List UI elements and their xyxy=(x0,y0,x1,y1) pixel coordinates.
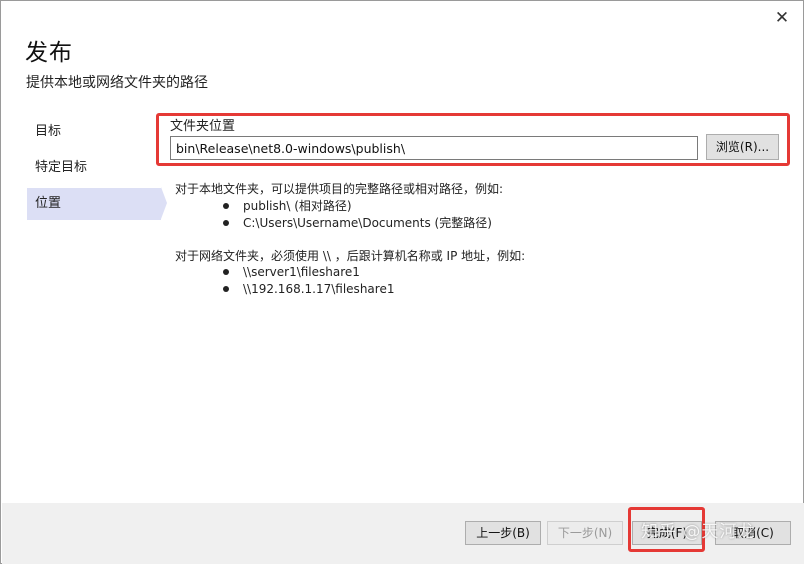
bullet-icon xyxy=(223,219,229,226)
close-icon[interactable]: ✕ xyxy=(773,9,791,27)
network-folder-help: 对于网络文件夹，必须使用 \\ ，后跟计算机名称或 IP 地址，例如: xyxy=(175,249,526,263)
list-item: \\192.168.1.17\fileshare1 xyxy=(223,282,394,296)
list-item: publish\ (相对路径) xyxy=(223,197,352,214)
local-folder-help: 对于本地文件夹，可以提供项目的完整路径或相对路径，例如: xyxy=(175,182,504,196)
network-example-name: \\server1\fileshare1 xyxy=(243,265,360,279)
cancel-button[interactable]: 取消(C) xyxy=(715,521,791,545)
publish-dialog: ✕ 发布 提供本地或网络文件夹的路径 目标 特定目标 位置 文件夹位置 浏览(R… xyxy=(0,0,804,564)
folder-path-input[interactable] xyxy=(170,136,698,160)
browse-button[interactable]: 浏览(R)... xyxy=(706,134,779,160)
finish-highlight-box xyxy=(628,507,705,552)
folder-location-label: 文件夹位置 xyxy=(170,119,236,134)
local-example-relative: publish\ (相对路径) xyxy=(243,199,352,213)
list-item: C:\Users\Username\Documents (完整路径) xyxy=(223,214,492,231)
dialog-subtitle: 提供本地或网络文件夹的路径 xyxy=(26,75,208,91)
back-button[interactable]: 上一步(B) xyxy=(465,521,541,545)
selected-item-pointer xyxy=(161,187,167,219)
bullet-icon xyxy=(223,202,229,209)
bullet-icon xyxy=(223,268,229,275)
list-item: \\server1\fileshare1 xyxy=(223,265,360,279)
next-button[interactable]: 下一步(N) xyxy=(547,521,623,545)
network-example-ip: \\192.168.1.17\fileshare1 xyxy=(243,282,395,296)
dialog-title: 发布 xyxy=(25,40,73,66)
bullet-icon xyxy=(223,285,229,292)
sidebar-item-target[interactable]: 目标 xyxy=(27,116,161,148)
sidebar-item-specific-target[interactable]: 特定目标 xyxy=(27,152,161,184)
local-example-full: C:\Users\Username\Documents (完整路径) xyxy=(243,216,492,230)
sidebar-item-location[interactable]: 位置 xyxy=(27,188,161,220)
